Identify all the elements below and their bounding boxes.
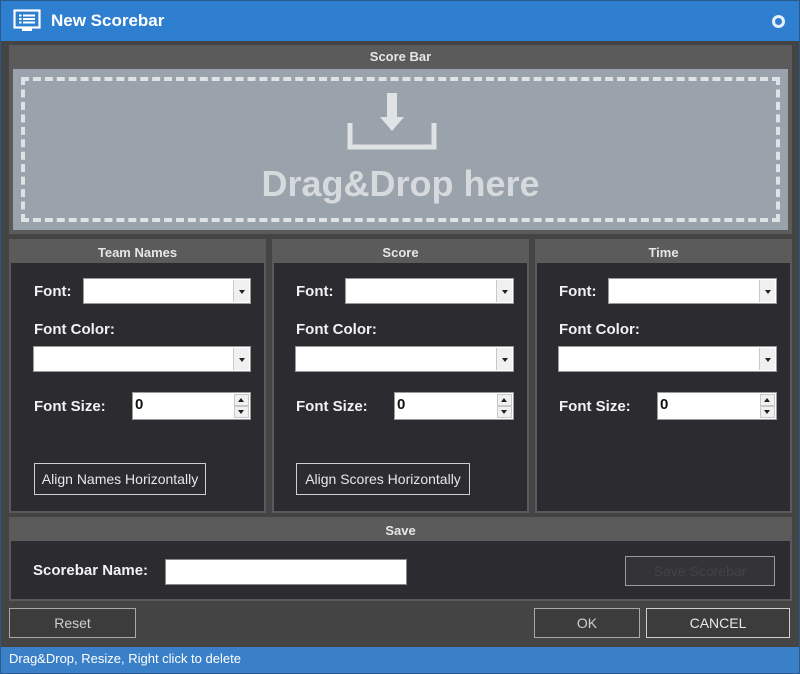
status-bar: Drag&Drop, Resize, Right click to delete: [1, 647, 799, 673]
time-font-size-label: Font Size:: [559, 398, 631, 415]
chevron-down-icon[interactable]: [496, 348, 512, 370]
chevron-down-icon[interactable]: [233, 280, 249, 302]
team-names-header: Team Names: [11, 241, 264, 263]
team-font-size-stepper[interactable]: 0: [132, 392, 251, 420]
team-font-size-value: 0: [135, 396, 144, 413]
team-font-color-select[interactable]: [33, 346, 251, 372]
score-font-size-stepper[interactable]: 0: [394, 392, 514, 420]
scorebar-name-label: Scorebar Name:: [33, 562, 149, 579]
time-font-label: Font:: [559, 283, 597, 300]
list-window-icon: [13, 9, 41, 31]
team-font-size-label: Font Size:: [34, 398, 106, 415]
spin-down-icon[interactable]: [234, 406, 249, 418]
score-font-color-select[interactable]: [295, 346, 514, 372]
time-font-color-label: Font Color:: [559, 321, 640, 338]
scorebar-name-input[interactable]: [165, 559, 407, 585]
score-panel: Score Font: Font Color: Font Size: 0 Ali…: [272, 239, 529, 513]
score-header: Score: [274, 241, 527, 263]
chevron-down-icon[interactable]: [759, 348, 775, 370]
window-title: New Scorebar: [51, 11, 165, 30]
download-tray-icon: [347, 93, 437, 150]
time-font-size-value: 0: [660, 396, 669, 413]
team-font-color-label: Font Color:: [34, 321, 115, 338]
score-font-color-label: Font Color:: [296, 321, 377, 338]
score-font-select[interactable]: [345, 278, 514, 304]
circle-icon[interactable]: [772, 15, 785, 28]
save-header: Save: [11, 519, 790, 541]
time-panel: Time Font: Font Color: Font Size: 0: [535, 239, 792, 513]
align-scores-button[interactable]: Align Scores Horizontally: [296, 463, 470, 495]
chevron-down-icon[interactable]: [759, 280, 775, 302]
score-font-label: Font:: [296, 283, 334, 300]
spin-down-icon[interactable]: [760, 406, 775, 418]
team-names-panel: Team Names Font: Font Color: Font Size: …: [9, 239, 266, 513]
time-font-select[interactable]: [608, 278, 777, 304]
spin-down-icon[interactable]: [497, 406, 512, 418]
spin-up-icon[interactable]: [760, 394, 775, 406]
score-font-size-value: 0: [397, 396, 406, 413]
drop-zone-text: Drag&Drop here: [261, 163, 540, 204]
reset-button[interactable]: Reset: [9, 608, 136, 638]
chevron-down-icon[interactable]: [233, 348, 249, 370]
spin-up-icon[interactable]: [234, 394, 249, 406]
chevron-down-icon[interactable]: [496, 280, 512, 302]
save-scorebar-button[interactable]: Save Scorebar: [625, 556, 775, 586]
drop-zone[interactable]: Drag&Drop here: [13, 69, 788, 230]
score-bar-header: Score Bar: [11, 47, 790, 67]
ok-button[interactable]: OK: [534, 608, 640, 638]
save-panel: Save Scorebar Name: Save Scorebar: [9, 517, 792, 601]
score-font-size-label: Font Size:: [296, 398, 368, 415]
title-bar: New Scorebar: [1, 1, 799, 41]
time-font-size-stepper[interactable]: 0: [657, 392, 777, 420]
team-font-select[interactable]: [83, 278, 251, 304]
team-font-label: Font:: [34, 283, 72, 300]
time-header: Time: [537, 241, 790, 263]
spin-up-icon[interactable]: [497, 394, 512, 406]
cancel-button[interactable]: CANCEL: [646, 608, 790, 638]
align-names-button[interactable]: Align Names Horizontally: [34, 463, 206, 495]
new-scorebar-window: New Scorebar Score Bar Drag&Drop here Te…: [0, 0, 800, 674]
score-bar-panel: Score Bar Drag&Drop here: [9, 45, 792, 234]
time-font-color-select[interactable]: [558, 346, 777, 372]
